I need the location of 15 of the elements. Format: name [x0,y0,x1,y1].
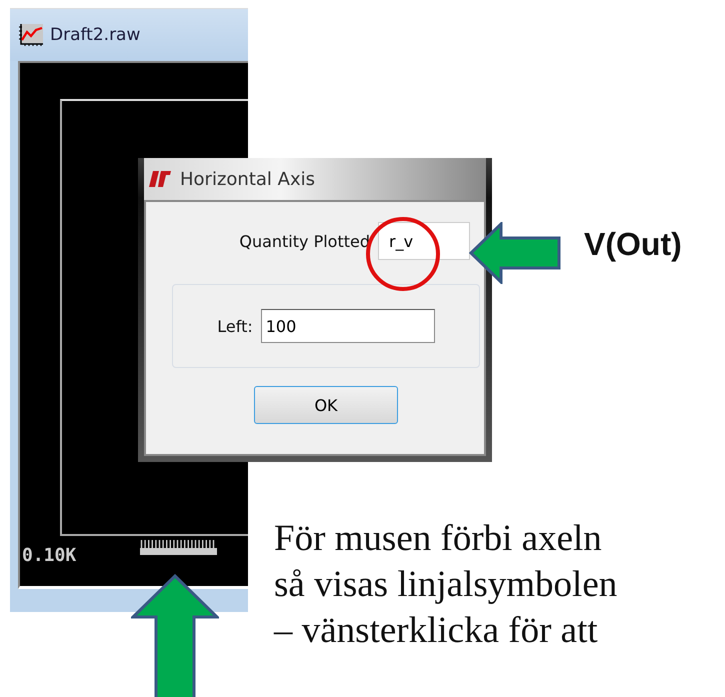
caption-text: För musen förbi axeln [274,517,603,561]
left-field[interactable]: 100 [260,309,435,343]
field-label: Quantity Plotted [239,232,370,250]
quantity-field[interactable]: r_v [378,222,470,260]
ruler-icon[interactable] [140,540,217,555]
field-label: Left: [217,316,253,336]
chart-icon [18,23,44,47]
caption-text: – vänsterklicka för att [274,609,599,653]
window-title: Draft2.raw [50,25,140,45]
logo-icon [148,170,172,188]
caption-text: så visas linjalsymbolen [274,563,618,607]
callout-label: V(Out) [584,226,682,263]
ok-button[interactable]: OK [254,386,398,424]
dialog-title: Horizontal Axis [180,168,315,190]
axis-tick-label: 0.10K [22,545,76,566]
